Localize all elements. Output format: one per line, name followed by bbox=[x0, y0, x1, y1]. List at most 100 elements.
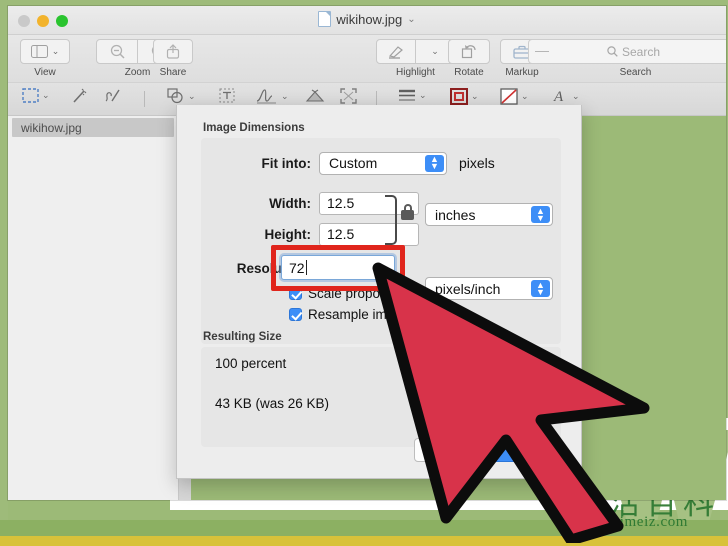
thumbnail-sidebar: wikihow.jpg bbox=[8, 116, 179, 500]
search-placeholder-text: Search bbox=[622, 44, 661, 59]
search-placeholder: Search bbox=[607, 45, 660, 59]
instant-alpha-wand-icon bbox=[73, 88, 87, 103]
height-value: 12.5 bbox=[327, 226, 355, 242]
zoom-out-button[interactable] bbox=[96, 39, 138, 64]
resample-image-checkbox-row[interactable]: Resample image bbox=[289, 307, 409, 322]
adjust-color-icon bbox=[305, 89, 325, 102]
highlight-pen-icon bbox=[388, 45, 403, 59]
ok-button[interactable]: OK bbox=[486, 438, 550, 462]
rotate-label: Rotate bbox=[454, 67, 484, 78]
shapes-chevron-down-icon[interactable]: ⌄ bbox=[188, 91, 196, 102]
toolbar-group-view: ⌄ View bbox=[20, 39, 70, 78]
dimension-unit-value: inches bbox=[435, 206, 476, 223]
highlight-button[interactable] bbox=[376, 39, 416, 64]
resample-image-checkbox[interactable] bbox=[289, 308, 302, 321]
main-toolbar: ⌄ View Zoom Share ⌄ Highlight Rotate Mar… bbox=[8, 35, 726, 83]
sidebar-item-wikihow-jpg[interactable]: wikihow.jpg bbox=[12, 118, 174, 137]
resolution-input[interactable]: 72 bbox=[281, 255, 395, 280]
border-color-tool[interactable]: ⌄ bbox=[450, 88, 479, 105]
fit-into-stepper-arrows-icon[interactable]: ▲ ▼ bbox=[425, 154, 444, 172]
signature-tool[interactable]: ⌄ bbox=[256, 88, 289, 104]
adjust-size-icon bbox=[340, 88, 357, 104]
shapes-icon bbox=[167, 88, 183, 104]
search-icon bbox=[607, 46, 618, 57]
resolution-unit-select[interactable]: pixels/inch ▲ ▼ bbox=[425, 277, 553, 300]
search-input[interactable]: Search bbox=[528, 39, 726, 64]
fit-into-label: Fit into: bbox=[261, 155, 311, 171]
window-title-text: wikihow.jpg bbox=[336, 11, 403, 27]
highlight-chevron-down-icon: ⌄ bbox=[431, 46, 439, 56]
window-title-bar: wikihow.jpg ⌄ bbox=[8, 6, 726, 35]
text-icon bbox=[219, 88, 235, 103]
signature-chevron-down-icon[interactable]: ⌄ bbox=[281, 91, 289, 102]
fill-color-chevron-down-icon[interactable]: ⌄ bbox=[521, 91, 529, 102]
toolbar-group-highlight: ⌄ Highlight bbox=[376, 39, 455, 78]
border-color-icon bbox=[450, 88, 468, 105]
shapes-tool[interactable]: ⌄ bbox=[167, 88, 196, 104]
zoom-label: Zoom bbox=[124, 67, 151, 78]
view-button[interactable]: ⌄ bbox=[20, 39, 70, 64]
sidebar-icon bbox=[30, 45, 48, 58]
text-caret bbox=[305, 260, 307, 275]
share-label: Share bbox=[159, 67, 187, 78]
shape-style-icon bbox=[399, 89, 415, 101]
cancel-button[interactable]: Cancel bbox=[414, 438, 477, 462]
resolution-unit-stepper-arrows-icon[interactable]: ▲ ▼ bbox=[531, 280, 550, 297]
resulting-file-size: 43 KB (was 26 KB) bbox=[215, 396, 330, 411]
selection-chevron-down-icon[interactable]: ⌄ bbox=[42, 90, 50, 101]
resample-image-label: Resample image bbox=[308, 307, 410, 322]
dimension-unit-stepper-arrows-icon[interactable]: ▲ ▼ bbox=[531, 206, 550, 223]
fill-color-tool[interactable]: ⌄ bbox=[500, 88, 529, 105]
search-divider bbox=[535, 51, 549, 52]
watermark-url: www.bimeiz.com bbox=[574, 514, 689, 530]
sketch-tool[interactable] bbox=[103, 88, 121, 105]
fill-color-icon bbox=[500, 88, 518, 105]
title-chevron-down-icon[interactable]: ⌄ bbox=[407, 14, 415, 25]
height-input[interactable]: 12.5 bbox=[319, 222, 419, 246]
link-bracket bbox=[385, 195, 397, 245]
fit-into-select[interactable]: Custom ▲ ▼ bbox=[319, 151, 447, 175]
resolution-unit-value: pixels/inch bbox=[435, 280, 501, 297]
rectangular-selection-tool[interactable]: ⌄ bbox=[22, 88, 50, 103]
text-style-tool[interactable]: A ⌄ bbox=[553, 88, 580, 104]
window-title: wikihow.jpg ⌄ bbox=[8, 11, 726, 27]
adjust-size-dialog: Image Dimensions Fit into: Custom ▲ ▼ pix… bbox=[176, 105, 582, 479]
sketch-icon bbox=[105, 89, 120, 102]
rectangular-selection-icon bbox=[22, 88, 39, 103]
instant-alpha-tool[interactable] bbox=[70, 88, 88, 105]
border-color-chevron-down-icon[interactable]: ⌄ bbox=[471, 91, 479, 102]
view-chevron-down-icon[interactable]: ⌄ bbox=[52, 46, 60, 57]
sidebar-item-label: wikihow.jpg bbox=[21, 120, 82, 135]
fit-into-unit-word: pixels bbox=[459, 155, 495, 171]
adjust-color-tool[interactable] bbox=[305, 88, 325, 104]
width-value: 12.5 bbox=[327, 195, 355, 211]
signature-icon bbox=[256, 89, 276, 104]
rotate-button[interactable] bbox=[448, 39, 490, 64]
image-dimensions-group-label: Image Dimensions bbox=[203, 122, 305, 134]
toolbar-group-rotate: Rotate bbox=[448, 39, 490, 78]
lock-icon bbox=[401, 204, 414, 220]
share-button[interactable] bbox=[153, 39, 193, 64]
svg-text:A: A bbox=[553, 89, 564, 104]
shape-style-chevron-down-icon[interactable]: ⌄ bbox=[419, 90, 427, 101]
width-label: Width: bbox=[269, 195, 311, 211]
text-tool[interactable] bbox=[219, 88, 235, 103]
highlight-label: Highlight bbox=[396, 67, 435, 78]
text-style-chevron-down-icon[interactable]: ⌄ bbox=[572, 91, 580, 102]
fit-into-row: Fit into: Custom ▲ ▼ pixels bbox=[229, 150, 559, 176]
text-style-icon: A bbox=[553, 89, 564, 104]
fit-into-value: Custom bbox=[329, 155, 378, 171]
zoom-out-icon bbox=[110, 44, 125, 59]
toolbar-group-share: Share bbox=[153, 39, 193, 78]
rotate-icon bbox=[461, 45, 476, 59]
resolution-value: 72 bbox=[289, 259, 305, 276]
view-label: View bbox=[34, 67, 56, 78]
resulting-size-group-label: Resulting Size bbox=[203, 331, 282, 343]
shape-style-tool[interactable]: ⌄ bbox=[398, 88, 427, 103]
dimension-unit-select[interactable]: inches ▲ ▼ bbox=[425, 203, 553, 226]
height-label: Height: bbox=[264, 226, 312, 242]
toolbar-divider-1 bbox=[144, 91, 145, 107]
search-label: Search bbox=[619, 67, 652, 78]
adjust-size-tool[interactable] bbox=[340, 88, 357, 104]
document-icon bbox=[318, 11, 332, 27]
